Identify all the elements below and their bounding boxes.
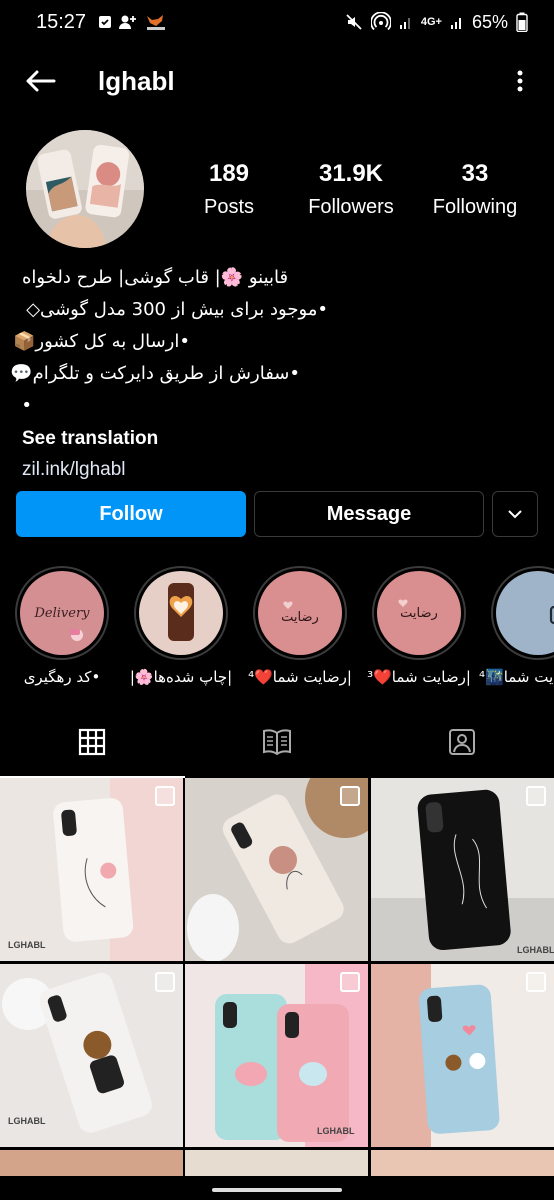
following-stat[interactable]: 33 Following	[424, 160, 526, 219]
post-watermark: LGHABL	[517, 945, 554, 955]
see-translation-link[interactable]: See translation	[22, 428, 532, 450]
tagged-person-icon	[448, 729, 475, 755]
post-watermark: LGHABL	[8, 1116, 46, 1126]
followers-label: Followers	[308, 196, 394, 218]
highlight-satisfaction-4[interactable]: رضایت |رضایت شما❤️⁴	[241, 566, 359, 686]
post-thumbnail[interactable]: LGHABL	[371, 778, 554, 961]
story-highlights: Delivery •کد رهگیری |چاپ شده‌ها🌸|	[0, 566, 554, 696]
highlight-ring: رضایت	[253, 566, 347, 660]
profile-header: lghabl	[0, 50, 554, 112]
more-options-button[interactable]	[506, 61, 534, 101]
highlight-cover-text: Delivery	[33, 606, 90, 621]
highlight-tracking[interactable]: Delivery •کد رهگیری	[3, 566, 121, 686]
signal-icon-1	[399, 14, 413, 30]
highlight-satisfaction-3[interactable]: رضایت |رضایت شما❤️³	[360, 566, 478, 686]
posts-label: Posts	[203, 196, 255, 218]
battery-icon	[516, 12, 528, 32]
bio-line: قابینو 🌸| قاب گوشی| طرح دلخواه	[22, 267, 289, 288]
status-notification-icons	[98, 13, 168, 31]
highlight-cover-text: رضایت	[281, 610, 319, 625]
highlight-label: •کد رهگیری	[23, 668, 101, 686]
post-select-box	[340, 786, 360, 806]
grid-icon	[79, 728, 106, 756]
post-select-box	[526, 972, 546, 992]
highlight-label: |رضایت شما❤️⁴	[248, 668, 352, 686]
post-select-box	[155, 786, 175, 806]
bio-website-link[interactable]: zil.ink/lghabl	[22, 459, 532, 481]
tab-posts-grid[interactable]	[0, 706, 185, 778]
posts-grid: LGHABL LGHABL LGHABL LGHABL	[0, 778, 554, 1176]
post-thumbnail[interactable]	[185, 1150, 368, 1176]
vertical-dots-icon	[517, 70, 523, 92]
signal-icon-2	[450, 14, 464, 30]
status-system-icons: 4G+ 65%	[345, 12, 528, 33]
chevron-down-icon	[508, 510, 522, 519]
mute-icon	[345, 13, 363, 31]
status-bar: 15:27 4G+ 65%	[0, 0, 554, 44]
post-thumbnail[interactable]: LGHABL	[0, 964, 183, 1147]
message-button[interactable]: Message	[254, 491, 484, 537]
battery-percentage: 65%	[471, 11, 508, 32]
post-select-box	[340, 972, 360, 992]
followers-count: 31.9K	[318, 160, 384, 187]
check-notification-icon	[98, 15, 112, 29]
highlight-cover: Delivery	[20, 571, 104, 655]
profile-summary: 189 Posts 31.9K Followers 33 Following	[0, 126, 554, 256]
post-select-box	[526, 786, 546, 806]
highlight-ring: Delivery	[15, 566, 109, 660]
bio-line: •	[21, 395, 32, 416]
avatar[interactable]	[26, 130, 144, 248]
book-icon	[263, 729, 291, 756]
highlight-satisfaction-night[interactable]: |رضایت شما🌃⁴	[479, 566, 554, 686]
highlight-cover-text: رضایت	[400, 606, 438, 621]
profile-tabs	[0, 706, 554, 778]
post-select-box	[155, 972, 175, 992]
profile-bio: قابینو 🌸| قاب گوشی| طرح دلخواه •موجود بر…	[10, 262, 532, 481]
follow-button[interactable]: Follow	[16, 491, 246, 537]
status-time: 15:27	[36, 10, 87, 33]
highlight-cover	[139, 571, 223, 655]
system-navigation-bar	[0, 1176, 554, 1200]
hotspot-icon	[370, 12, 391, 32]
posts-stat[interactable]: 189 Posts	[186, 160, 272, 219]
post-watermark: LGHABL	[8, 940, 46, 950]
following-label: Following	[432, 196, 518, 218]
posts-count: 189	[208, 160, 250, 187]
highlight-cover: رضایت	[377, 571, 461, 655]
highlight-cover: رضایت	[258, 571, 342, 655]
post-thumbnail[interactable]	[0, 1150, 183, 1176]
suggested-accounts-button[interactable]	[492, 491, 538, 537]
highlight-label: |رضایت شما🌃⁴	[479, 668, 554, 686]
back-button[interactable]	[20, 61, 60, 101]
add-user-notification-icon	[118, 14, 138, 30]
back-arrow-icon	[26, 70, 56, 92]
profile-username: lghabl	[98, 65, 175, 96]
post-thumbnail[interactable]	[371, 964, 554, 1147]
network-type-label: 4G+	[420, 16, 442, 28]
tab-tagged[interactable]	[369, 706, 554, 778]
post-thumbnail[interactable]: LGHABL	[185, 964, 368, 1147]
following-count: 33	[461, 160, 489, 187]
bio-line: •ارسال به کل کشور📦	[12, 331, 190, 352]
profile-actions: Follow Message	[16, 491, 538, 537]
highlight-ring	[134, 566, 228, 660]
highlight-ring: رضایت	[372, 566, 466, 660]
bio-line: •موجود برای بیش از 300 مدل گوشی◇	[26, 299, 328, 320]
highlight-ring	[491, 566, 554, 660]
post-thumbnail[interactable]	[371, 1150, 554, 1176]
post-thumbnail[interactable]	[185, 778, 368, 961]
post-watermark: LGHABL	[317, 1126, 355, 1136]
fox-app-icon	[144, 13, 168, 31]
post-thumbnail[interactable]: LGHABL	[0, 778, 183, 961]
highlight-label: |چاپ شده‌ها🌸|	[129, 668, 233, 686]
home-gesture-handle[interactable]	[212, 1188, 342, 1192]
highlight-label: |رضایت شما❤️³	[367, 668, 471, 686]
highlight-cover	[496, 571, 554, 655]
followers-stat[interactable]: 31.9K Followers	[298, 160, 404, 219]
highlight-printed[interactable]: |چاپ شده‌ها🌸|	[122, 566, 240, 686]
tab-guides[interactable]	[185, 706, 370, 778]
bio-line: •سفارش از طریق دایرکت و تلگرام💬	[10, 363, 300, 384]
